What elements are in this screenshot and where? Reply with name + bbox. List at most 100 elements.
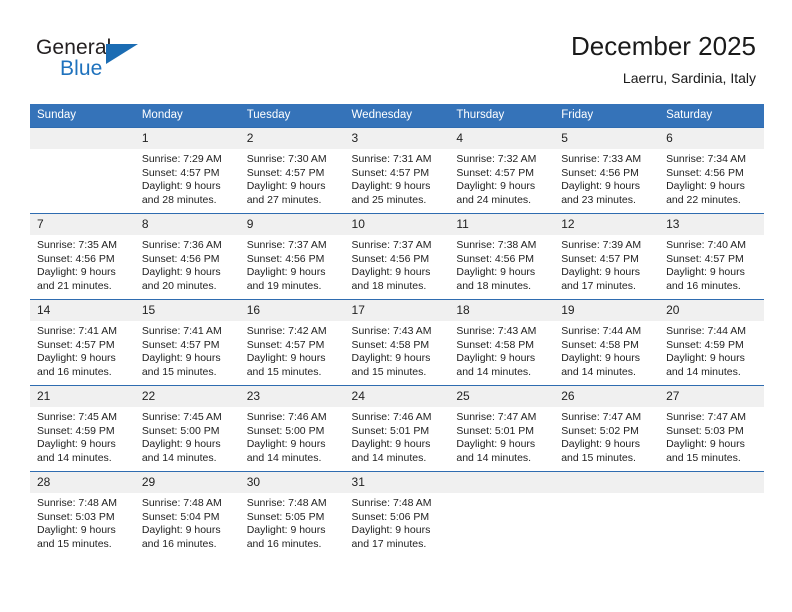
day-number: 3 — [344, 128, 450, 149]
calendar-day-cell[interactable]: 1 Sunrise: 7:29 AM Sunset: 4:57 PM Daylight… — [134, 127, 240, 214]
calendar-day-cell[interactable]: 5 Sunrise: 7:33 AM Sunset: 4:56 PM Daylight… — [554, 127, 660, 214]
calendar-day-cell[interactable]: 27 Sunrise: 7:47 AM Sunset: 5:03 PM Dayligh… — [659, 385, 764, 472]
calendar-day-cell[interactable]: 17 Sunrise: 7:43 AM Sunset: 4:58 PM Dayligh… — [344, 299, 450, 386]
day-details: Sunrise: 7:43 AM Sunset: 4:58 PM Daylight:… — [449, 321, 554, 379]
day-number: 15 — [134, 300, 240, 321]
daylight-duration-line2: and 16 minutes. — [37, 365, 112, 378]
sunset-time: Sunset: 5:06 PM — [351, 510, 430, 523]
daylight-duration-line1: Daylight: 9 hours — [456, 180, 536, 192]
calendar-day-cell[interactable]: 14 Sunrise: 7:41 AM Sunset: 4:57 PM Dayligh… — [30, 299, 135, 386]
day-number: 4 — [449, 128, 555, 149]
calendar-day-cell[interactable]: 28 Sunrise: 7:48 AM Sunset: 5:03 PM Dayligh… — [30, 471, 135, 557]
calendar-day-cell-empty — [449, 471, 555, 557]
daylight-duration-line1: Daylight: 9 hours — [666, 352, 745, 364]
day-details: Sunrise: 7:47 AM Sunset: 5:02 PM Daylight:… — [554, 407, 659, 465]
day-details: Sunrise: 7:30 AM Sunset: 4:57 PM Daylight:… — [240, 149, 345, 207]
day-number: 21 — [30, 386, 135, 407]
sunset-time: Sunset: 5:04 PM — [141, 510, 220, 523]
calendar-day-cell[interactable]: 16 Sunrise: 7:42 AM Sunset: 4:57 PM Dayligh… — [239, 299, 345, 386]
calendar-day-cell[interactable]: 30 Sunrise: 7:48 AM Sunset: 5:05 PM Dayligh… — [239, 471, 345, 557]
day-details: Sunrise: 7:45 AM Sunset: 5:00 PM Daylight:… — [135, 407, 240, 465]
daylight-duration-line1: Daylight: 9 hours — [37, 352, 116, 364]
daylight-duration-line1: Daylight: 9 hours — [666, 438, 745, 450]
day-details: Sunrise: 7:34 AM Sunset: 4:56 PM Daylight:… — [659, 149, 764, 207]
sunset-time: Sunset: 5:00 PM — [246, 424, 325, 437]
day-number: 30 — [239, 472, 345, 493]
day-number: 25 — [449, 386, 555, 407]
calendar-day-cell[interactable]: 22 Sunrise: 7:45 AM Sunset: 5:00 PM Dayligh… — [134, 385, 240, 472]
day-details: Sunrise: 7:31 AM Sunset: 4:57 PM Daylight:… — [345, 149, 450, 207]
day-details: Sunrise: 7:44 AM Sunset: 4:58 PM Daylight:… — [554, 321, 659, 379]
day-number: 16 — [239, 300, 345, 321]
daylight-duration-line2: and 15 minutes. — [246, 365, 322, 378]
sunset-time: Sunset: 4:57 PM — [246, 166, 325, 179]
calendar-day-cell[interactable]: 9 Sunrise: 7:37 AM Sunset: 4:56 PM Daylight… — [239, 213, 345, 300]
day-details: Sunrise: 7:38 AM Sunset: 4:56 PM Daylight:… — [449, 235, 554, 293]
calendar-day-cell[interactable]: 12 Sunrise: 7:39 AM Sunset: 4:57 PM Dayligh… — [554, 213, 660, 300]
weekday-header-monday: Monday — [134, 104, 240, 128]
sunset-time: Sunset: 4:59 PM — [666, 338, 744, 351]
day-details: Sunrise: 7:47 AM Sunset: 5:03 PM Daylight:… — [659, 407, 764, 465]
day-number: 22 — [134, 386, 240, 407]
day-details: Sunrise: 7:46 AM Sunset: 5:00 PM Daylight:… — [240, 407, 345, 465]
calendar-day-cell[interactable]: 31 Sunrise: 7:48 AM Sunset: 5:06 PM Dayligh… — [344, 471, 450, 557]
calendar-day-cell[interactable]: 23 Sunrise: 7:46 AM Sunset: 5:00 PM Dayligh… — [239, 385, 345, 472]
daylight-duration-line2: and 14 minutes. — [561, 365, 636, 378]
sunrise-time: Sunrise: 7:35 AM — [37, 239, 117, 251]
calendar-day-cell[interactable]: 15 Sunrise: 7:41 AM Sunset: 4:57 PM Dayligh… — [134, 299, 240, 386]
sunrise-time: Sunrise: 7:47 AM — [666, 411, 747, 423]
day-details: Sunrise: 7:37 AM Sunset: 4:56 PM Daylight:… — [345, 235, 450, 293]
calendar-day-cell[interactable]: 3 Sunrise: 7:31 AM Sunset: 4:57 PM Daylight… — [344, 127, 450, 214]
calendar-day-cell[interactable]: 2 Sunrise: 7:30 AM Sunset: 4:57 PM Daylight… — [239, 127, 345, 214]
day-details: Sunrise: 7:44 AM Sunset: 4:59 PM Daylight:… — [659, 321, 764, 379]
calendar-day-cell[interactable]: 25 Sunrise: 7:47 AM Sunset: 5:01 PM Dayligh… — [449, 385, 555, 472]
sunset-time: Sunset: 4:57 PM — [141, 338, 220, 351]
day-number: 12 — [554, 214, 660, 235]
sunset-time: Sunset: 5:00 PM — [141, 424, 220, 437]
daylight-duration-line1: Daylight: 9 hours — [561, 352, 641, 364]
day-number: 19 — [554, 300, 660, 321]
sunset-time: Sunset: 4:56 PM — [141, 252, 220, 265]
sunrise-time: Sunrise: 7:48 AM — [351, 497, 432, 509]
calendar-day-cell[interactable]: 6 Sunrise: 7:34 AM Sunset: 4:56 PM Daylight… — [659, 127, 764, 214]
calendar-day-cell[interactable]: 13 Sunrise: 7:40 AM Sunset: 4:57 PM Dayligh… — [659, 213, 764, 300]
calendar-day-cell[interactable]: 4 Sunrise: 7:32 AM Sunset: 4:57 PM Daylight… — [449, 127, 555, 214]
calendar-day-cell[interactable]: 19 Sunrise: 7:44 AM Sunset: 4:58 PM Dayligh… — [554, 299, 660, 386]
daylight-duration-line2: and 22 minutes. — [666, 193, 741, 206]
calendar-day-cell[interactable]: 20 Sunrise: 7:44 AM Sunset: 4:59 PM Dayligh… — [659, 299, 764, 386]
calendar-day-cell[interactable]: 26 Sunrise: 7:47 AM Sunset: 5:02 PM Dayligh… — [554, 385, 660, 472]
sunrise-time: Sunrise: 7:38 AM — [456, 239, 537, 251]
sunset-time: Sunset: 4:59 PM — [37, 424, 115, 437]
calendar-day-cell[interactable]: 10 Sunrise: 7:37 AM Sunset: 4:56 PM Dayligh… — [344, 213, 450, 300]
brand-logo[interactable]: General Blue — [36, 36, 236, 88]
sunrise-time: Sunrise: 7:37 AM — [351, 239, 432, 251]
calendar-day-cell[interactable]: 8 Sunrise: 7:36 AM Sunset: 4:56 PM Daylight… — [134, 213, 240, 300]
weekday-header-wednesday: Wednesday — [344, 104, 450, 128]
calendar-day-cell[interactable]: 24 Sunrise: 7:46 AM Sunset: 5:01 PM Dayligh… — [344, 385, 450, 472]
sunrise-time: Sunrise: 7:33 AM — [561, 153, 642, 165]
calendar-day-cell[interactable]: 29 Sunrise: 7:48 AM Sunset: 5:04 PM Dayligh… — [134, 471, 240, 557]
calendar-day-cell[interactable]: 18 Sunrise: 7:43 AM Sunset: 4:58 PM Dayligh… — [449, 299, 555, 386]
calendar-day-cell[interactable]: 11 Sunrise: 7:38 AM Sunset: 4:56 PM Dayligh… — [449, 213, 555, 300]
sunset-time: Sunset: 4:58 PM — [456, 338, 535, 351]
sunset-time: Sunset: 4:57 PM — [246, 338, 325, 351]
day-details: Sunrise: 7:48 AM Sunset: 5:06 PM Daylight:… — [345, 493, 450, 551]
daylight-duration-line1: Daylight: 9 hours — [37, 438, 116, 450]
daylight-duration-line2: and 14 minutes. — [456, 451, 532, 464]
daylight-duration-line1: Daylight: 9 hours — [246, 352, 326, 364]
page-title: December 2025 — [571, 31, 756, 61]
sunset-time: Sunset: 4:57 PM — [37, 338, 115, 351]
day-number: 5 — [554, 128, 660, 149]
calendar-day-cell[interactable]: 21 Sunrise: 7:45 AM Sunset: 4:59 PM Dayligh… — [30, 385, 135, 472]
daylight-duration-line2: and 28 minutes. — [141, 193, 217, 206]
day-number: 10 — [344, 214, 450, 235]
daylight-duration-line2: and 15 minutes. — [351, 365, 427, 378]
day-details: Sunrise: 7:40 AM Sunset: 4:57 PM Daylight:… — [659, 235, 764, 293]
sunset-time: Sunset: 5:03 PM — [666, 424, 744, 437]
daylight-duration-line2: and 16 minutes. — [246, 537, 322, 550]
day-details: Sunrise: 7:39 AM Sunset: 4:57 PM Daylight:… — [554, 235, 659, 293]
sunset-time: Sunset: 4:56 PM — [246, 252, 325, 265]
calendar-day-cell[interactable]: 7 Sunrise: 7:35 AM Sunset: 4:56 PM Daylight… — [30, 213, 135, 300]
sunset-time: Sunset: 5:03 PM — [37, 510, 115, 523]
sunrise-time: Sunrise: 7:46 AM — [351, 411, 432, 423]
